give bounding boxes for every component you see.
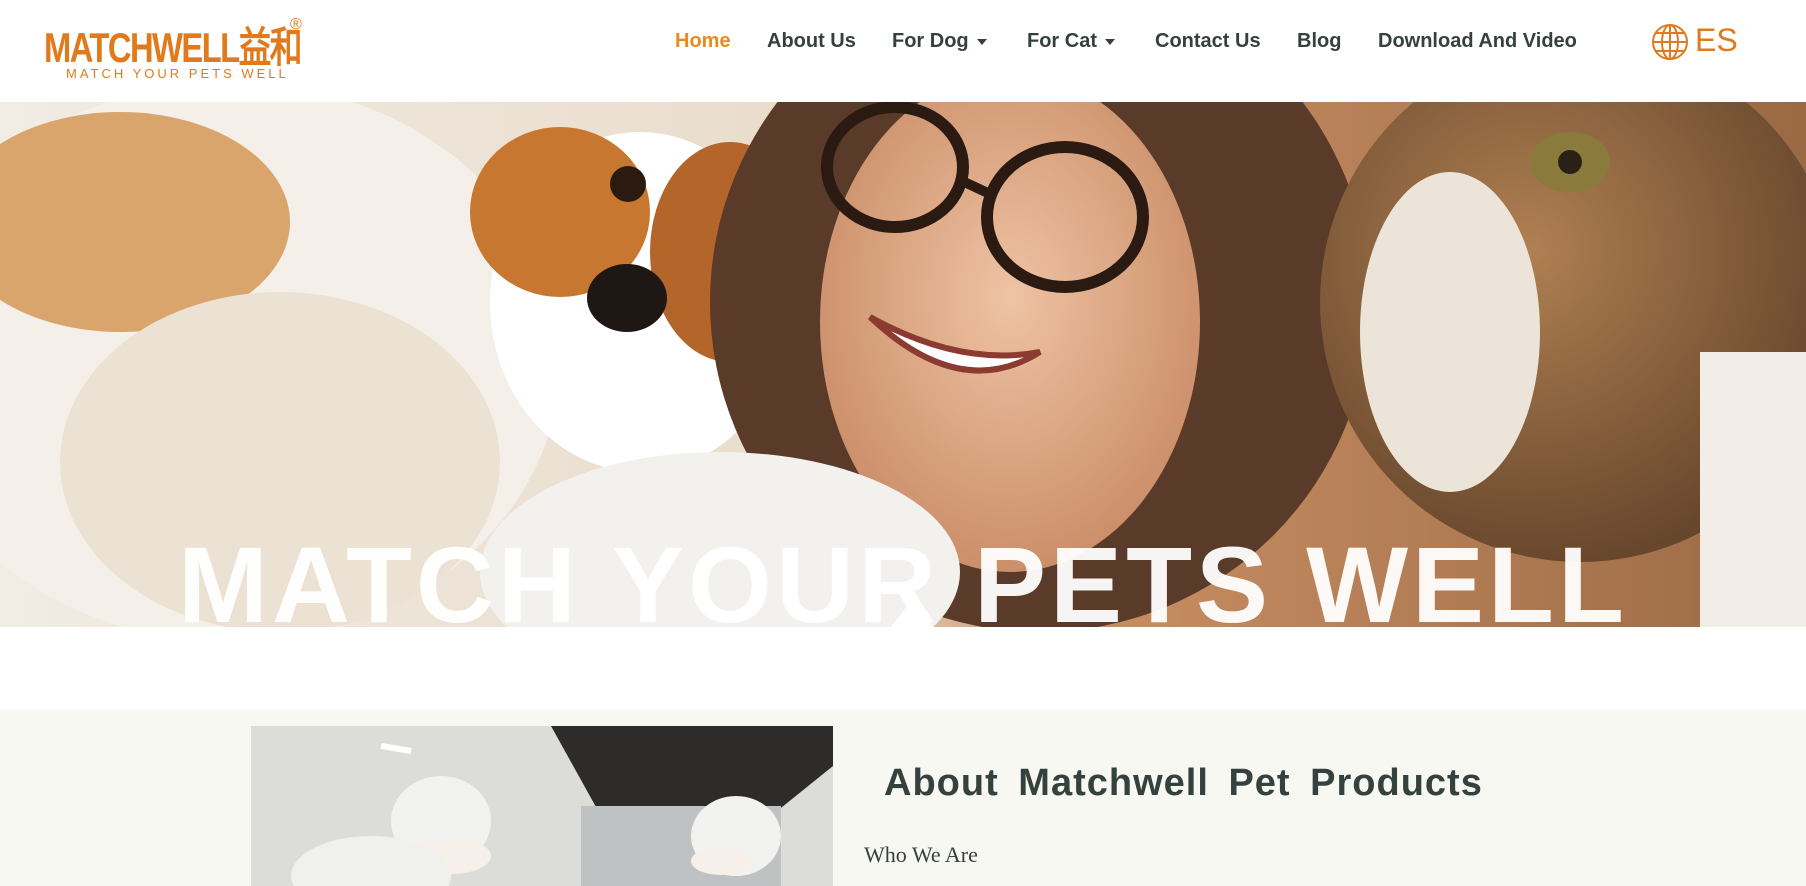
registered-mark: ®: [290, 16, 302, 33]
brand-logo[interactable]: MATCHWELL益和 ® MATCH YOUR PETS WELL: [44, 14, 314, 84]
nav-about-us[interactable]: About Us: [767, 30, 856, 53]
language-label: ES: [1695, 22, 1738, 58]
globe-icon: [1652, 24, 1688, 60]
language-switcher[interactable]: ES: [1650, 20, 1740, 62]
about-title: About Matchwell Pet Products: [884, 762, 1483, 804]
nav-for-dog[interactable]: For Dog: [892, 30, 987, 53]
factory-photo-art: [251, 726, 833, 886]
nav-home[interactable]: Home: [675, 30, 731, 53]
nav-for-dog-label: For Dog: [892, 30, 969, 52]
about-subtitle: Who We Are: [864, 842, 978, 867]
nav-for-cat[interactable]: For Cat: [1027, 30, 1115, 53]
nav-for-cat-label: For Cat: [1027, 30, 1097, 52]
nav-contact-us[interactable]: Contact Us: [1155, 30, 1261, 53]
site-header: MATCHWELL益和 ® MATCH YOUR PETS WELL Home …: [0, 0, 1806, 102]
nav-download-and-video[interactable]: Download And Video: [1378, 30, 1577, 53]
chevron-down-icon: [976, 38, 987, 45]
about-section: About Matchwell Pet Products Who We Are: [0, 710, 1806, 886]
factory-photo: [251, 726, 833, 886]
hero-notch: [890, 600, 934, 627]
hero-banner: MATCH YOUR PETS WELL: [0, 102, 1806, 627]
chevron-down-icon: [1105, 38, 1115, 45]
brand-tagline: MATCH YOUR PETS WELL: [66, 66, 289, 81]
nav-blog[interactable]: Blog: [1297, 30, 1341, 53]
